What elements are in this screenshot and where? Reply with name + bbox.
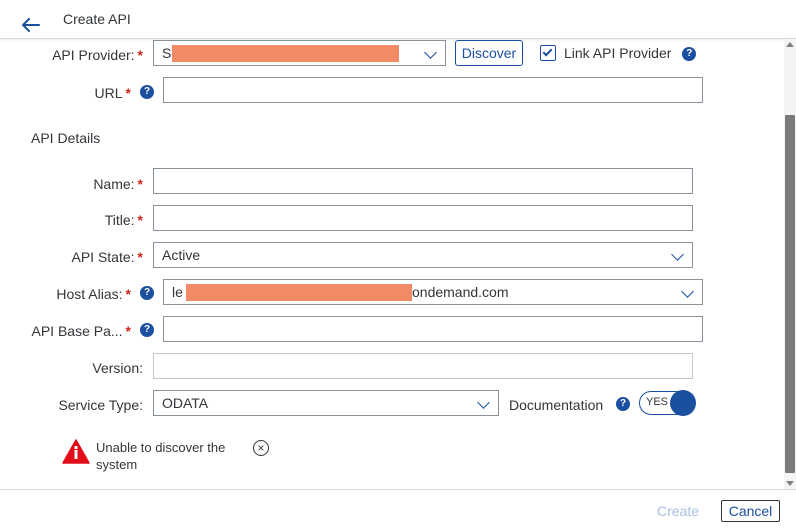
arrow-left-icon (22, 18, 40, 32)
header-bar: Create API (0, 0, 796, 39)
api-base-path-input[interactable] (163, 316, 703, 342)
vertical-scrollbar[interactable] (784, 39, 796, 489)
footer-bar: Create Cancel (0, 489, 796, 530)
host-alias-label: Host Alias: *? (56, 286, 154, 302)
help-icon[interactable]: ? (140, 286, 154, 301)
chevron-down-icon[interactable] (477, 396, 490, 409)
chevron-down-icon[interactable] (681, 285, 694, 298)
link-provider-label: Link API Provider ? (564, 45, 697, 62)
checkmark-icon (542, 46, 553, 57)
api-provider-select[interactable]: S (153, 40, 446, 66)
help-icon[interactable]: ? (140, 85, 154, 100)
api-base-path-label: API Base Pa... *? (31, 323, 154, 339)
section-title: API Details (31, 130, 101, 146)
toggle-knob (670, 390, 696, 416)
cancel-button[interactable]: Cancel (721, 500, 780, 522)
help-icon[interactable]: ? (682, 47, 697, 62)
link-provider-checkbox[interactable] (540, 45, 556, 61)
create-button[interactable]: Create (646, 503, 710, 519)
host-alias-prefix: le (172, 284, 183, 300)
api-state-value: Active (162, 247, 201, 263)
scroll-thumb[interactable] (785, 115, 795, 473)
scroll-down-icon[interactable] (786, 481, 794, 486)
name-input[interactable] (153, 168, 693, 194)
version-label: Version: (92, 360, 143, 376)
back-button[interactable] (18, 12, 44, 38)
api-provider-value: S (162, 45, 172, 61)
redaction-mark (172, 45, 399, 62)
name-label: Name: * (93, 176, 143, 192)
warning-message: Unable to discover the system (96, 440, 226, 472)
close-icon[interactable]: × (253, 440, 269, 456)
page-title: Create API (63, 11, 131, 27)
scroll-up-icon[interactable] (786, 42, 794, 47)
title-input[interactable] (153, 205, 693, 231)
api-provider-label: API Provider: * (52, 47, 143, 63)
url-input[interactable] (163, 77, 703, 103)
service-type-value: ODATA (162, 395, 209, 411)
api-state-select[interactable]: Active (153, 242, 693, 268)
help-icon[interactable]: ? (616, 397, 631, 412)
documentation-toggle[interactable]: YES (639, 390, 696, 416)
host-alias-select[interactable]: le ondemand.com (163, 279, 703, 305)
help-icon[interactable]: ? (140, 323, 154, 338)
warning-icon (62, 439, 90, 469)
api-state-label: API State: * (71, 249, 144, 265)
title-label: Title: * (104, 212, 143, 228)
version-input (153, 353, 693, 379)
redaction-mark (186, 284, 412, 301)
toggle-text: YES (646, 396, 669, 408)
chevron-down-icon[interactable] (424, 46, 437, 59)
url-label: URL *? (95, 85, 154, 101)
host-alias-suffix: ondemand.com (412, 284, 509, 300)
documentation-label: Documentation ? (509, 397, 631, 413)
form-content: API Provider: * S Discover Link API Provi… (0, 39, 784, 489)
service-type-select[interactable]: ODATA (153, 390, 499, 416)
discover-button[interactable]: Discover (455, 40, 523, 66)
chevron-down-icon[interactable] (671, 248, 684, 261)
service-type-label: Service Type: (58, 397, 143, 413)
